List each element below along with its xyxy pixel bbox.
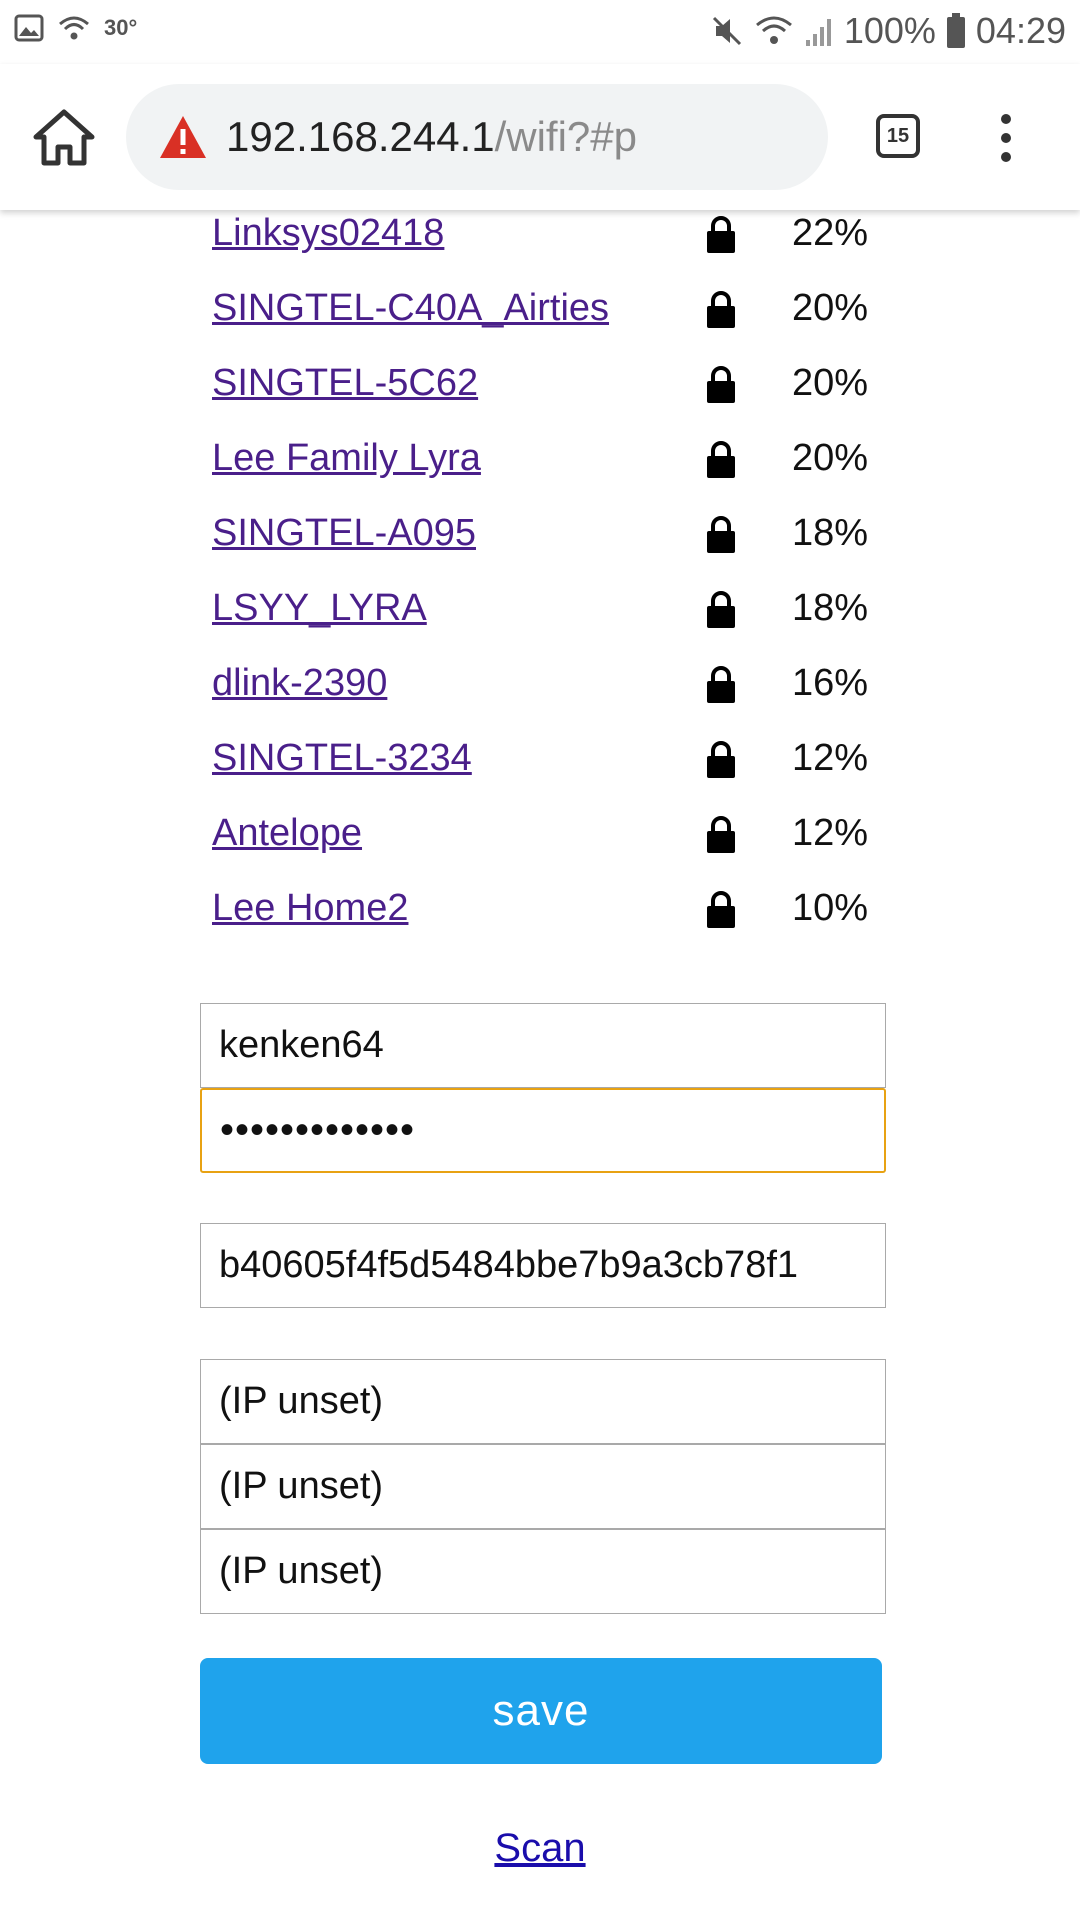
browser-toolbar: 192.168.244.1/wifi?#p 15 [0,64,1080,210]
lock-icon [707,366,735,403]
network-row[interactable]: LSYY_LYRA 18% [212,580,902,655]
battery-text: 100% [843,10,936,51]
warning-icon[interactable] [158,114,208,160]
network-row[interactable]: SINGTEL-5C62 20% [212,355,902,430]
scan-link-container: Scan [0,1826,1080,1871]
lock-icon [707,516,735,553]
lock-icon [707,891,735,928]
network-ssid-link[interactable]: Lee Home2 [212,880,408,936]
network-row[interactable]: dlink-2390 16% [212,655,902,730]
network-row[interactable]: Lee Home2 10% [212,880,902,955]
subnet-input[interactable] [200,1529,886,1614]
address-bar[interactable]: 192.168.244.1/wifi?#p [126,84,828,190]
url-host: 192.168.244.1 [226,113,495,160]
wifi-signal-icon [755,16,792,44]
network-row[interactable]: SINGTEL-A095 18% [212,505,902,580]
network-row[interactable]: SINGTEL-C40A_Airties 20% [212,280,902,355]
url-path: /wifi?#p [494,113,637,160]
ssid-input[interactable] [200,1003,886,1088]
network-list: Linksys02418 22% SINGTEL-C40A_Airties 20… [212,205,902,955]
network-ssid-link[interactable]: Antelope [212,805,362,861]
mute-icon [712,16,741,46]
signal-strength: 20% [792,437,869,479]
lock-icon [707,816,735,853]
scan-link[interactable]: Scan [494,1826,585,1870]
home-icon [33,109,95,166]
network-ssid-link[interactable]: SINGTEL-A095 [212,505,476,561]
network-ssid-link[interactable]: SINGTEL-5C62 [212,355,478,411]
network-ssid-link[interactable]: Lee Family Lyra [212,430,481,486]
signal-strength: 18% [792,587,869,629]
signal-strength: 12% [792,737,869,779]
clock-text: 04:29 [975,10,1066,51]
network-row[interactable]: Linksys02418 22% [212,205,902,280]
signal-strength: 18% [792,512,869,554]
home-button[interactable] [28,107,100,167]
temperature-text: 30° [104,15,138,40]
wifi-status-icon [59,16,89,40]
signal-strength: 20% [792,287,869,329]
lock-icon [707,741,735,778]
network-ssid-link[interactable]: SINGTEL-3234 [212,730,472,786]
lock-icon [707,216,735,253]
token-input[interactable] [200,1223,886,1308]
status-bar: 30° 100% 04:29 [0,0,1080,64]
lock-icon [707,666,735,703]
network-row[interactable]: Antelope 12% [212,805,902,880]
static-ip-input[interactable] [200,1359,886,1444]
network-ssid-link[interactable]: SINGTEL-C40A_Airties [212,280,609,336]
password-input[interactable] [200,1088,886,1173]
gateway-input[interactable] [200,1444,886,1529]
save-button[interactable]: save [200,1658,882,1764]
lock-icon [707,591,735,628]
battery-icon [946,13,965,48]
signal-strength: 20% [792,362,869,404]
network-row[interactable]: Lee Family Lyra 20% [212,430,902,505]
lock-icon [707,441,735,478]
signal-strength: 12% [792,812,869,854]
tab-count: 15 [886,124,910,147]
signal-strength: 22% [792,212,869,254]
signal-strength: 10% [792,887,869,929]
lock-icon [707,291,735,328]
gallery-icon [14,14,44,42]
network-ssid-link[interactable]: LSYY_LYRA [212,580,427,636]
url-text[interactable]: 192.168.244.1/wifi?#p [226,111,637,163]
network-ssid-link[interactable]: Linksys02418 [212,205,444,261]
tab-switcher-button[interactable]: 15 [876,114,920,158]
signal-strength: 16% [792,662,869,704]
network-row[interactable]: SINGTEL-3234 12% [212,730,902,805]
more-vert-icon[interactable] [990,114,1022,162]
cell-signal-icon [805,19,831,46]
network-ssid-link[interactable]: dlink-2390 [212,655,387,711]
